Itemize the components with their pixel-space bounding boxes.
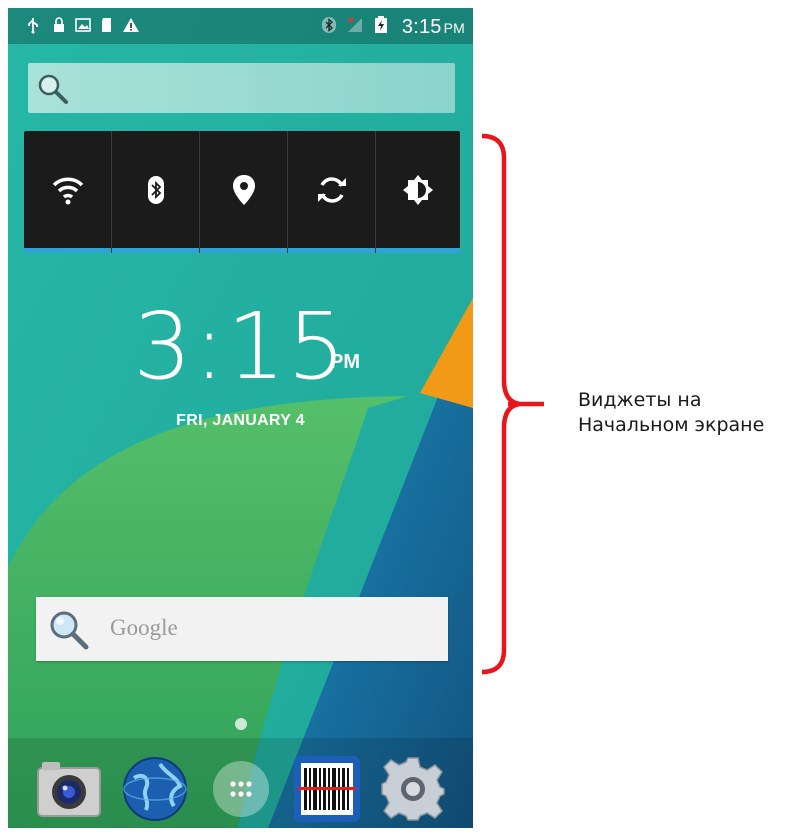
status-time: 3:15 (401, 16, 442, 38)
clock-date: FRI, JANUARY 4 (176, 412, 305, 429)
dock-app-browser[interactable] (120, 754, 190, 824)
bluetooth-icon (147, 176, 164, 204)
bluetooth-toggle[interactable] (112, 131, 199, 253)
gear-icon (381, 757, 445, 821)
search-icon (50, 611, 89, 650)
search-icon (38, 74, 68, 104)
lock-icon (54, 17, 64, 32)
annotation-line-2: Начальном экране (578, 414, 765, 436)
sync-toggle[interactable] (288, 131, 375, 253)
camera-icon (37, 762, 101, 817)
location-icon (232, 175, 255, 205)
wifi-state-bar (24, 248, 111, 253)
warning-icon (123, 18, 139, 32)
location-state-bar (200, 248, 287, 253)
image-icon (75, 18, 91, 32)
sd-card-icon (102, 18, 111, 32)
google-search-label: Google (110, 615, 178, 640)
bluetooth-icon (322, 17, 336, 33)
clock-widget[interactable]: 3:15 PM (8, 293, 473, 400)
no-signal-icon (348, 17, 362, 32)
barcode-icon (294, 756, 360, 822)
globe-icon (123, 757, 187, 821)
battery-charging-icon (375, 16, 387, 33)
usb-icon (28, 18, 38, 34)
power-control-widget (24, 131, 460, 253)
clock-ampm: PM (330, 351, 360, 373)
dock-app-drawer[interactable] (206, 754, 276, 824)
wifi-toggle[interactable] (24, 131, 111, 253)
annotation-bracket (481, 133, 544, 675)
dock-app-settings[interactable] (378, 754, 448, 824)
status-bar: 3:15 PM (8, 8, 473, 44)
status-ampm: PM (443, 20, 465, 36)
dock-app-camera[interactable] (34, 754, 104, 824)
wifi-icon (52, 177, 83, 205)
status-clock: 3:15 PM (402, 16, 465, 39)
brightness-icon (403, 175, 433, 205)
page-indicator-dot (235, 718, 247, 730)
app-dock (8, 748, 473, 828)
dock-app-barcode[interactable] (292, 754, 362, 824)
bluetooth-state-bar (112, 248, 199, 253)
sync-icon (317, 177, 346, 203)
brightness-state-bar (376, 248, 460, 253)
clock-time: 3:15 (133, 293, 348, 400)
sync-state-bar (288, 248, 375, 253)
google-search-widget[interactable]: Google (36, 597, 448, 661)
phone-screen: 3:15 PM 3:15 PM FRI, JANUARY 4 Google (8, 8, 473, 828)
annotation-line-1: Виджеты на (578, 389, 702, 411)
brightness-toggle[interactable] (376, 131, 460, 253)
app-drawer-icon (213, 761, 269, 817)
top-search-bar[interactable] (28, 63, 455, 113)
location-toggle[interactable] (200, 131, 287, 253)
annotation-label: Виджеты на Начальном экране (578, 388, 764, 438)
